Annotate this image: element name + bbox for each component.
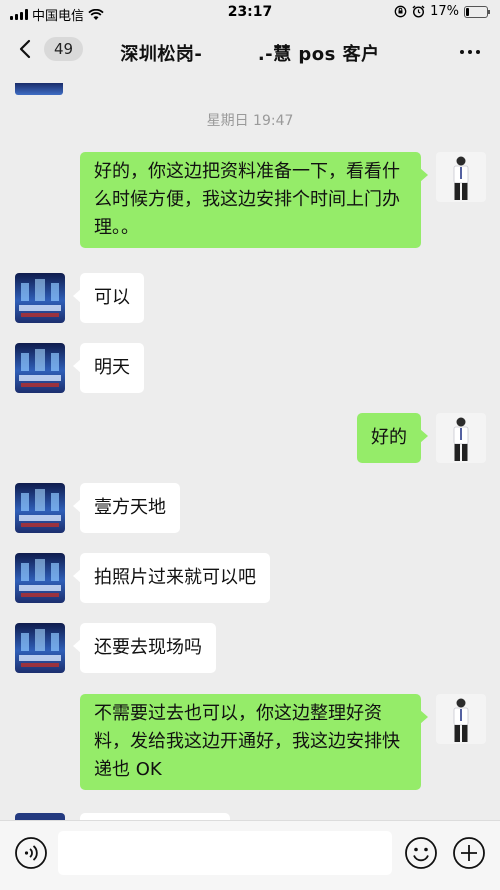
avatar[interactable]: [15, 813, 65, 820]
more-dots-icon[interactable]: [460, 50, 480, 54]
orientation-lock-icon: [394, 5, 407, 18]
contact-avatar[interactable]: [15, 483, 65, 533]
emoji-icon[interactable]: [404, 836, 438, 870]
chat-area[interactable]: 星期日 19:47 好的，你这边把资料准备一下，看看什么时候方便，我这边安排个时…: [0, 78, 500, 820]
message-bubble-incoming[interactable]: 可以: [73, 273, 144, 323]
status-bar: 中国电信 23:17 17%: [0, 0, 500, 26]
message-bubble-incoming[interactable]: 拍照片过来就可以吧: [73, 553, 270, 603]
contact-avatar[interactable]: [15, 343, 65, 393]
message-bubble-outgoing[interactable]: 不需要过去也可以，你这边整理好资料，发给我这边开通好，我这边安排快递也 OK: [80, 694, 428, 790]
message-bubble-incoming[interactable]: 还要去现场吗: [73, 623, 216, 673]
message-bubble-incoming[interactable]: 明天: [73, 343, 144, 393]
alarm-icon: [412, 5, 425, 18]
nav-bar: 49 深圳松岗- .-慧 pos 客户: [0, 26, 500, 78]
plus-icon[interactable]: [452, 836, 486, 870]
back-button[interactable]: 49: [14, 37, 84, 61]
contact-avatar[interactable]: [15, 273, 65, 323]
avatar[interactable]: [15, 83, 63, 95]
message-bubble-outgoing[interactable]: 好的，你这边把资料准备一下，看看什么时候方便，我这边安排个时间上门办理。。: [80, 152, 428, 248]
message-bubble-incoming[interactable]: [80, 813, 230, 820]
message-input[interactable]: [58, 831, 392, 875]
contact-avatar[interactable]: [15, 553, 65, 603]
message-bubble-incoming[interactable]: 壹方天地: [73, 483, 180, 533]
voice-icon[interactable]: [14, 836, 48, 870]
message-bubble-outgoing[interactable]: 好的: [357, 413, 428, 463]
message-timestamp: 星期日 19:47: [206, 113, 294, 129]
chat-title: 深圳松岗- .-慧 pos 客户: [120, 44, 380, 65]
input-bar: [0, 820, 500, 890]
unread-count-badge: 49: [44, 37, 84, 61]
chevron-left-icon: [19, 39, 31, 59]
contact-avatar[interactable]: [15, 623, 65, 673]
my-avatar[interactable]: [436, 694, 486, 744]
battery-icon: [464, 5, 490, 18]
my-avatar[interactable]: [436, 152, 486, 202]
battery-percent: 17%: [430, 4, 459, 19]
my-avatar[interactable]: [436, 413, 486, 463]
